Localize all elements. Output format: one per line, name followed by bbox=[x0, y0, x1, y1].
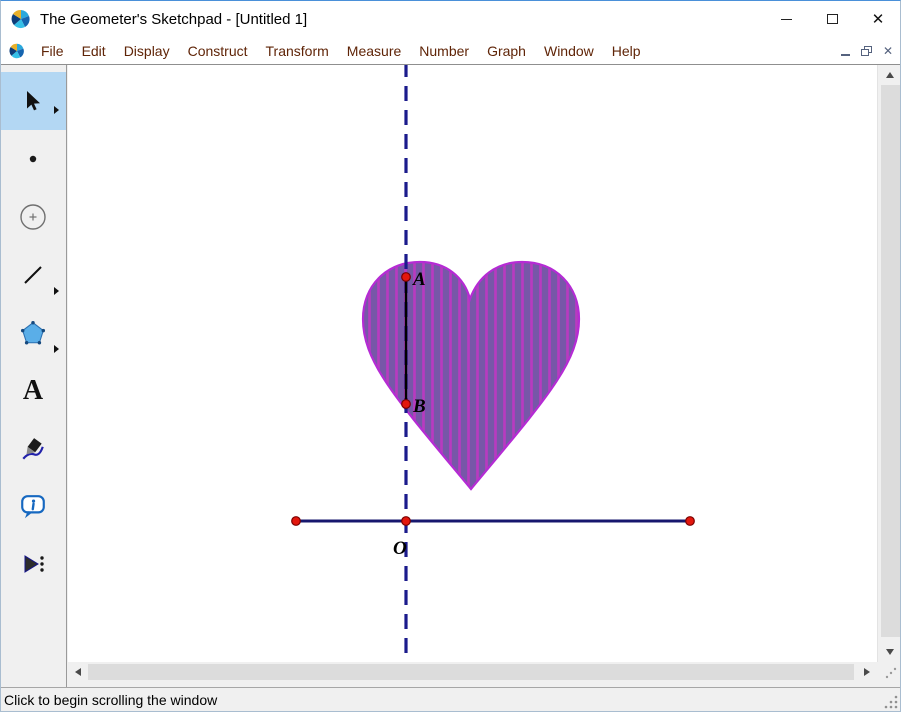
scroll-down-button[interactable] bbox=[880, 642, 900, 662]
doc-close-icon[interactable]: ✕ bbox=[883, 45, 893, 57]
menu-construct[interactable]: Construct bbox=[179, 39, 257, 63]
menu-display[interactable]: Display bbox=[115, 39, 179, 63]
window-resize-grip-icon[interactable] bbox=[882, 693, 899, 710]
segment-right-endpoint[interactable] bbox=[686, 517, 695, 526]
menu-measure[interactable]: Measure bbox=[338, 39, 410, 63]
app-logo-icon bbox=[11, 9, 31, 29]
flyout-arrow-icon bbox=[54, 106, 59, 114]
close-button[interactable]: ✕ bbox=[855, 0, 901, 38]
resize-grip-icon bbox=[877, 662, 901, 682]
point-tool[interactable] bbox=[0, 130, 66, 188]
window-title: The Geometer's Sketchpad - [Untitled 1] bbox=[40, 11, 307, 28]
up-arrow-icon bbox=[886, 72, 894, 78]
straightedge-tool[interactable] bbox=[0, 246, 66, 304]
circle-icon bbox=[18, 202, 48, 232]
selection-arrow-tool[interactable] bbox=[0, 72, 66, 130]
menu-graph[interactable]: Graph bbox=[478, 39, 535, 63]
horizontal-scroll-thumb[interactable] bbox=[88, 664, 854, 680]
flyout-arrow-icon bbox=[54, 287, 59, 295]
segment-left-endpoint[interactable] bbox=[292, 517, 301, 526]
window-controls: ✕ bbox=[763, 0, 901, 38]
point-a[interactable] bbox=[402, 273, 411, 282]
maximize-button[interactable] bbox=[809, 0, 855, 38]
sketch-canvas[interactable]: A B O bbox=[68, 65, 877, 662]
custom-tool-icon bbox=[19, 551, 47, 579]
scroll-up-button[interactable] bbox=[880, 65, 900, 85]
flyout-arrow-icon bbox=[54, 345, 59, 353]
menu-transform[interactable]: Transform bbox=[257, 39, 338, 63]
menu-help[interactable]: Help bbox=[603, 39, 650, 63]
text-tool-icon: A bbox=[23, 377, 43, 405]
vertical-scroll-thumb[interactable] bbox=[881, 85, 900, 637]
minimize-button[interactable] bbox=[763, 0, 809, 38]
point-b[interactable] bbox=[402, 400, 411, 409]
label-b[interactable]: B bbox=[412, 396, 426, 417]
document-icon bbox=[9, 43, 25, 59]
right-arrow-icon bbox=[864, 668, 870, 676]
heart-shape[interactable] bbox=[363, 262, 579, 489]
doc-restore-icon[interactable] bbox=[861, 46, 872, 56]
maximize-icon bbox=[827, 14, 838, 24]
menu-file[interactable]: File bbox=[32, 39, 73, 63]
label-o[interactable]: O bbox=[393, 538, 407, 559]
label-a[interactable]: A bbox=[412, 269, 426, 290]
status-message: Click to begin scrolling the window bbox=[4, 692, 217, 708]
left-arrow-icon bbox=[75, 668, 81, 676]
title-bar: The Geometer's Sketchpad - [Untitled 1] … bbox=[0, 0, 901, 38]
close-icon: ✕ bbox=[872, 12, 885, 27]
menu-bar: File Edit Display Construct Transform Me… bbox=[0, 38, 901, 65]
doc-minimize-icon[interactable] bbox=[841, 54, 850, 56]
scroll-left-button[interactable] bbox=[68, 662, 88, 682]
point-o[interactable] bbox=[402, 517, 411, 526]
scrollbar-corner-resize-grip[interactable] bbox=[877, 662, 901, 682]
compass-tool[interactable] bbox=[0, 188, 66, 246]
point-icon bbox=[21, 147, 45, 171]
arrow-cursor-icon bbox=[21, 89, 45, 113]
pentagon-icon bbox=[20, 320, 46, 346]
info-bubble-icon bbox=[19, 493, 47, 521]
down-arrow-icon bbox=[886, 649, 894, 655]
menu-edit[interactable]: Edit bbox=[73, 39, 115, 63]
tool-palette: A bbox=[0, 65, 67, 687]
polygon-tool[interactable] bbox=[0, 304, 66, 362]
document-window-controls: ✕ bbox=[841, 38, 893, 64]
custom-tool[interactable] bbox=[0, 536, 66, 594]
marker-pen-icon bbox=[20, 436, 46, 462]
scroll-right-button[interactable] bbox=[857, 662, 877, 682]
menu-window[interactable]: Window bbox=[535, 39, 603, 63]
minimize-icon bbox=[781, 19, 792, 20]
status-bar: Click to begin scrolling the window bbox=[0, 687, 901, 712]
vertical-scrollbar[interactable] bbox=[877, 65, 901, 662]
text-tool[interactable]: A bbox=[0, 362, 66, 420]
menu-number[interactable]: Number bbox=[410, 39, 478, 63]
horizontal-scrollbar[interactable] bbox=[68, 662, 877, 682]
sketch-area[interactable]: A B O bbox=[68, 65, 877, 662]
information-tool[interactable] bbox=[0, 478, 66, 536]
segment-icon bbox=[21, 263, 45, 287]
marker-tool[interactable] bbox=[0, 420, 66, 478]
